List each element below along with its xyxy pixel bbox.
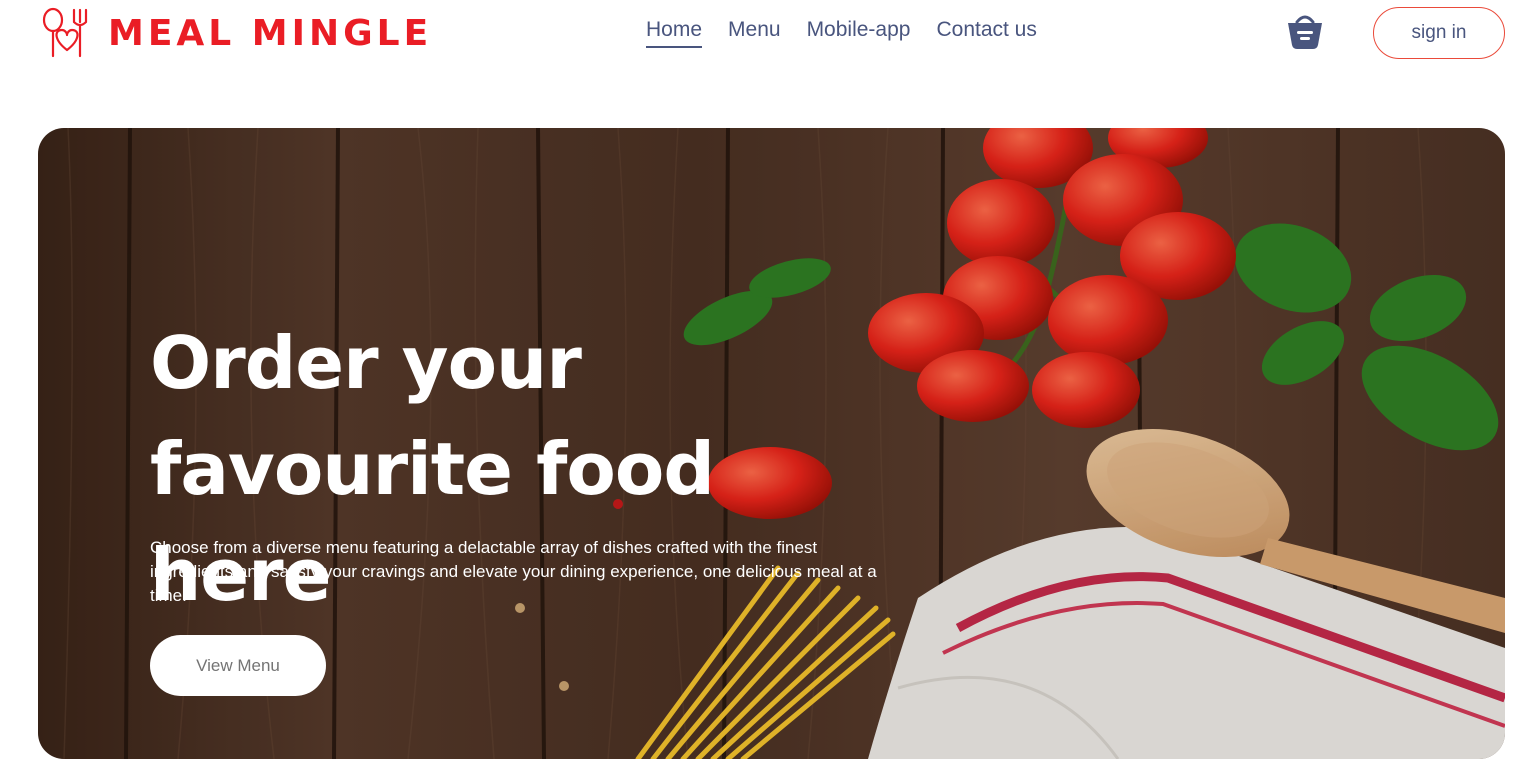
nav-menu[interactable]: Menu [728, 18, 781, 48]
main-nav: Home Menu Mobile-app Contact us [646, 18, 1063, 48]
nav-mobile-app[interactable]: Mobile-app [807, 18, 911, 48]
hero-banner: Order your favourite food here Choose fr… [38, 128, 1505, 759]
hero-description: Choose from a diverse menu featuring a d… [150, 538, 877, 605]
sign-in-button[interactable]: sign in [1373, 7, 1505, 59]
fork-spoon-heart-icon [42, 7, 88, 58]
view-menu-button[interactable]: View Menu [150, 635, 326, 696]
nav-contact-us[interactable]: Contact us [936, 18, 1036, 48]
hero-title-line-1: Order your [150, 321, 582, 405]
basket-icon[interactable] [1284, 10, 1326, 52]
brand-logo[interactable]: MEAL MINGLE [40, 6, 432, 60]
nav-home[interactable]: Home [646, 18, 703, 48]
brand-name: MEAL MINGLE [108, 12, 433, 54]
